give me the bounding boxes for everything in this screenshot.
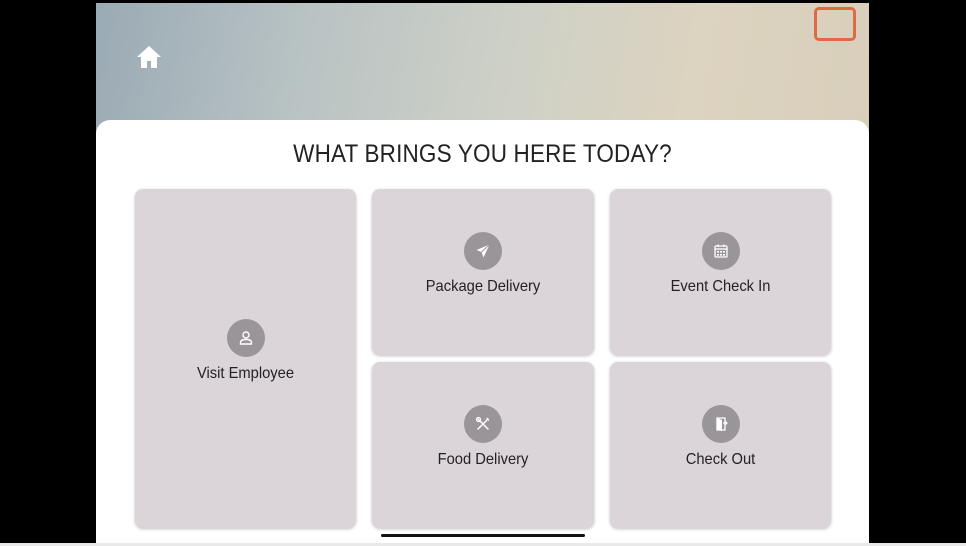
door-exit-icon <box>701 405 740 443</box>
options-panel: WHAT BRINGS YOU HERE TODAY? Visit Employ… <box>96 120 869 543</box>
home-indicator-bar <box>381 534 585 537</box>
visit-employee-button[interactable]: Visit Employee <box>135 189 356 528</box>
food-delivery-button[interactable]: Food Delivery <box>372 362 594 528</box>
food-delivery-label: Food Delivery <box>437 451 529 468</box>
kiosk-screen: WHAT BRINGS YOU HERE TODAY? Visit Employ… <box>96 3 869 543</box>
visit-employee-label: Visit Employee <box>196 365 295 382</box>
calendar-icon <box>701 232 740 270</box>
check-out-button[interactable]: Check Out <box>610 362 831 528</box>
paper-plane-icon <box>464 232 502 270</box>
top-right-hotspot[interactable] <box>814 7 856 41</box>
event-check-in-label: Event Check In <box>670 278 771 295</box>
check-out-label: Check Out <box>685 451 756 468</box>
event-check-in-button[interactable]: Event Check In <box>610 189 831 355</box>
package-delivery-label: Package Delivery <box>425 278 541 295</box>
utensils-icon <box>464 405 502 443</box>
home-icon[interactable] <box>136 45 162 69</box>
page-title: WHAT BRINGS YOU HERE TODAY? <box>293 140 672 168</box>
package-delivery-button[interactable]: Package Delivery <box>372 189 594 355</box>
person-icon <box>226 319 265 357</box>
